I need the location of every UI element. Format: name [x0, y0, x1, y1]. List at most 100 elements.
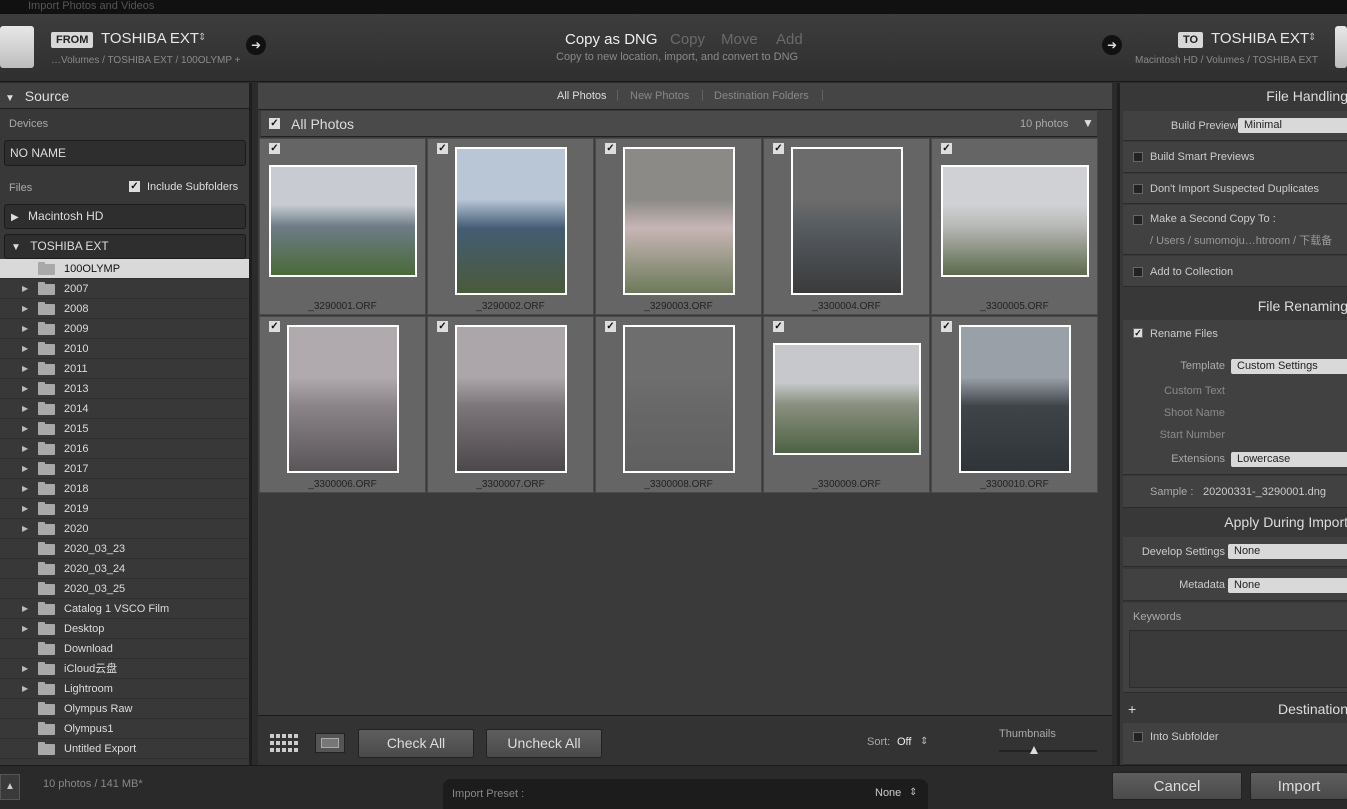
folder-item[interactable]: ▶ Catalog 1 VSCO Film	[0, 599, 249, 619]
sort-chevron-icon[interactable]: ⇕	[920, 736, 928, 747]
expand-triangle-icon[interactable]: ▶	[22, 459, 28, 479]
photo-thumbnail[interactable]	[269, 165, 417, 277]
photo-checkbox[interactable]: ✓	[437, 321, 448, 332]
folder-item[interactable]: Untitled Export	[0, 739, 249, 759]
expand-triangle-icon[interactable]: ▶	[22, 279, 28, 299]
uncheck-all-button[interactable]: Uncheck All	[486, 729, 602, 758]
volume-macintosh-hd[interactable]: ▶ Macintosh HD	[4, 204, 246, 229]
rename-files-checkbox[interactable]: ✓	[1133, 328, 1143, 338]
photo-checkbox[interactable]: ✓	[437, 143, 448, 154]
folder-item[interactable]: ▶ 2013	[0, 379, 249, 399]
photo-cell[interactable]: ✓ _3300005.ORF	[931, 138, 1098, 315]
folder-item[interactable]: ▶ 2018	[0, 479, 249, 499]
photo-cell[interactable]: ✓ _3300006.ORF	[259, 316, 426, 493]
folder-item[interactable]: ▶ Lightroom	[0, 679, 249, 699]
folder-item[interactable]: Olympus Raw	[0, 699, 249, 719]
photo-thumbnail[interactable]	[941, 165, 1089, 277]
photo-cell[interactable]: ✓ _3290001.ORF	[259, 138, 426, 315]
expand-triangle-icon[interactable]: ▶	[22, 439, 28, 459]
folder-item[interactable]: 2020_03_25	[0, 579, 249, 599]
photo-thumbnail[interactable]	[287, 325, 399, 473]
custom-text-field[interactable]: Custom Text	[1123, 385, 1225, 397]
folder-item[interactable]: ▶ 2016	[0, 439, 249, 459]
keywords-input[interactable]	[1129, 630, 1347, 688]
metadata-dropdown[interactable]: None	[1228, 578, 1347, 593]
file-renaming-header[interactable]: File Renaming	[1120, 293, 1347, 319]
destination-drive-icon[interactable]	[1335, 26, 1347, 68]
tab-new-photos[interactable]: New Photos	[630, 90, 689, 102]
grid-view-icon[interactable]	[270, 734, 298, 752]
check-all-button[interactable]: Check All	[358, 729, 474, 758]
folder-item[interactable]: 2020_03_23	[0, 539, 249, 559]
mode-move[interactable]: Move	[721, 31, 758, 48]
sort-dropdown[interactable]: Off	[897, 736, 911, 748]
tab-all-photos[interactable]: All Photos	[557, 90, 607, 102]
folder-item[interactable]: ▶ 2009	[0, 319, 249, 339]
mode-copy-as-dng[interactable]: Copy as DNG	[565, 31, 658, 48]
expand-triangle-icon[interactable]: ▶	[22, 499, 28, 519]
shoot-name-field[interactable]: Shoot Name	[1123, 407, 1225, 419]
expand-triangle-icon[interactable]: ▶	[22, 599, 28, 619]
all-photos-checkbox[interactable]: ✓	[269, 118, 280, 129]
expand-triangle-icon[interactable]: ▶	[22, 319, 28, 339]
folder-item[interactable]: ▶ 2015	[0, 419, 249, 439]
photo-thumbnail[interactable]	[623, 147, 735, 295]
expand-triangle-icon[interactable]: ▶	[22, 619, 28, 639]
folder-item[interactable]: ▶ 2010	[0, 339, 249, 359]
destination-header[interactable]: + Destination	[1120, 696, 1347, 722]
mode-copy[interactable]: Copy	[670, 31, 705, 48]
photo-cell[interactable]: ✓ _3300004.ORF	[763, 138, 930, 315]
photo-checkbox[interactable]: ✓	[269, 321, 280, 332]
folder-item[interactable]: Olympus1	[0, 719, 249, 739]
cancel-button[interactable]: Cancel	[1112, 772, 1242, 800]
template-dropdown[interactable]: Custom Settings	[1231, 359, 1347, 374]
add-plus-icon[interactable]: +	[1128, 696, 1136, 722]
into-subfolder-checkbox[interactable]	[1133, 732, 1143, 742]
folder-item[interactable]: ▶ 2017	[0, 459, 249, 479]
photo-cell[interactable]: ✓ _3290003.ORF	[595, 138, 762, 315]
thumbnail-size-slider[interactable]	[999, 750, 1097, 752]
expand-triangle-icon[interactable]: ▶	[22, 659, 28, 679]
expand-triangle-icon[interactable]: ▶	[22, 299, 28, 319]
folder-item[interactable]: Download	[0, 639, 249, 659]
build-previews-dropdown[interactable]: Minimal	[1238, 118, 1347, 133]
folder-item[interactable]: ▶ 2008	[0, 299, 249, 319]
include-subfolders-checkbox[interactable]: ✓	[129, 181, 140, 192]
photo-checkbox[interactable]: ✓	[773, 143, 784, 154]
folder-item[interactable]: ▶ iCloud云盘	[0, 659, 249, 679]
photo-thumbnail[interactable]	[791, 147, 903, 295]
source-drive-icon[interactable]	[0, 26, 34, 68]
folder-item[interactable]: ▶ 2007	[0, 279, 249, 299]
photo-thumbnail[interactable]	[959, 325, 1071, 473]
expand-triangle-icon[interactable]: ▶	[22, 339, 28, 359]
preset-chevron-icon[interactable]: ⇕	[909, 787, 917, 798]
start-number-field[interactable]: Start Number	[1123, 429, 1225, 441]
photo-thumbnail[interactable]	[773, 343, 921, 455]
expand-triangle-icon[interactable]: ▶	[22, 479, 28, 499]
folder-item[interactable]: ▶ 2014	[0, 399, 249, 419]
photo-cell[interactable]: ✓ _3300010.ORF	[931, 316, 1098, 493]
photo-checkbox[interactable]: ✓	[605, 143, 616, 154]
folder-item[interactable]: ▶ 2019	[0, 499, 249, 519]
expand-triangle-icon[interactable]: ▶	[22, 359, 28, 379]
expand-triangle-icon[interactable]: ▶	[22, 399, 28, 419]
folder-item[interactable]: ▶ 2011	[0, 359, 249, 379]
photo-checkbox[interactable]: ✓	[941, 143, 952, 154]
develop-settings-dropdown[interactable]: None	[1228, 544, 1347, 559]
collapse-triangle-icon[interactable]: ▼	[5, 93, 15, 104]
mode-add[interactable]: Add	[776, 31, 803, 48]
smart-previews-checkbox[interactable]	[1133, 152, 1143, 162]
import-preset-dropdown[interactable]: None	[875, 787, 901, 799]
add-collection-checkbox[interactable]	[1133, 267, 1143, 277]
device-no-name[interactable]: NO NAME	[4, 140, 246, 166]
second-copy-checkbox[interactable]	[1133, 215, 1143, 225]
extensions-dropdown[interactable]: Lowercase	[1231, 452, 1347, 467]
folder-item[interactable]: 2020_03_24	[0, 559, 249, 579]
source-header[interactable]: ▼ Source	[0, 83, 249, 109]
to-drive-name[interactable]: TOSHIBA EXT	[1211, 30, 1309, 47]
import-button[interactable]: Import	[1250, 772, 1347, 800]
from-drive-name[interactable]: TOSHIBA EXT	[101, 30, 199, 47]
photo-checkbox[interactable]: ✓	[605, 321, 616, 332]
photo-checkbox[interactable]: ✓	[269, 143, 280, 154]
apply-during-import-header[interactable]: Apply During Import	[1120, 509, 1347, 535]
